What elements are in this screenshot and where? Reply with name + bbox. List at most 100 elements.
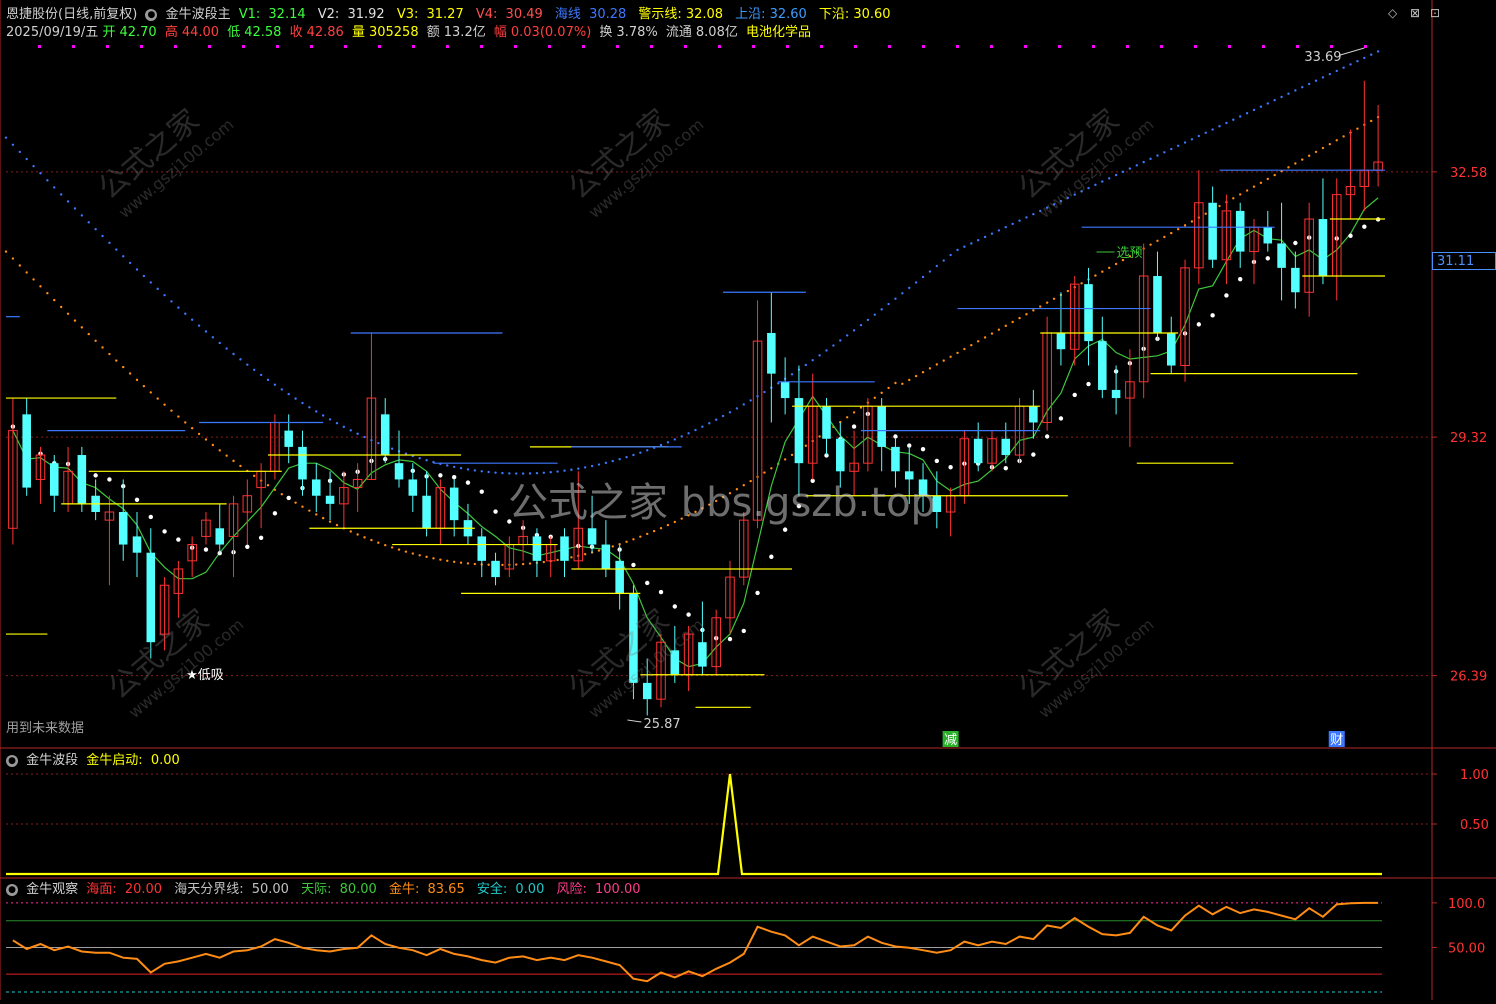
ma-white-dot bbox=[272, 511, 278, 516]
haixian-dot bbox=[997, 229, 1001, 232]
top-signal-dot bbox=[1126, 45, 1129, 48]
change-value: 0.03(0.07%) bbox=[510, 25, 592, 40]
low-annotation-pointer bbox=[627, 719, 642, 723]
ma-white-dot bbox=[755, 590, 760, 596]
warning-dot bbox=[46, 292, 49, 295]
warning-dot bbox=[921, 371, 925, 374]
warning-dot bbox=[970, 343, 973, 347]
ma-white-dot bbox=[934, 458, 940, 464]
warning-dot bbox=[239, 464, 242, 468]
pane3-axis-label-1: 50.00 bbox=[1448, 941, 1485, 956]
haixian-dot bbox=[32, 164, 35, 168]
ma-white-dot bbox=[851, 424, 857, 429]
diamond-icon[interactable]: ◇ bbox=[1388, 6, 1397, 20]
haixian-dot bbox=[1121, 170, 1125, 174]
future-data-note: 用到未来数据 bbox=[6, 721, 85, 736]
warning-dot bbox=[1245, 189, 1249, 192]
haixian-dot bbox=[177, 306, 180, 309]
haixian-value: 30.28 bbox=[589, 7, 627, 22]
haixian-dot bbox=[811, 359, 814, 362]
haixian-dot bbox=[852, 329, 856, 332]
warning-dot bbox=[521, 562, 525, 566]
ma-white-dot bbox=[1086, 381, 1091, 387]
warning-dot bbox=[11, 257, 15, 260]
pane2-title[interactable]: 金牛波段 bbox=[26, 753, 78, 768]
warning-dot bbox=[370, 538, 373, 542]
ma-white-dot bbox=[162, 529, 167, 534]
warning-dot bbox=[170, 409, 173, 412]
haixian-dot bbox=[1018, 219, 1021, 222]
haixian-dot bbox=[1349, 63, 1352, 66]
haixian-dot bbox=[25, 157, 28, 161]
maximize-icon[interactable]: ⊡ bbox=[1430, 6, 1440, 20]
haixian-dot bbox=[59, 193, 63, 196]
price-axis-label-0: 32.58 bbox=[1450, 166, 1487, 181]
haixian-dot bbox=[935, 264, 939, 268]
price-axis-label-2: 26.39 bbox=[1450, 670, 1487, 685]
haixian-dot bbox=[1149, 157, 1152, 161]
top-signal-dot bbox=[72, 45, 75, 48]
haixian-dot bbox=[446, 464, 449, 467]
haixian-dot bbox=[818, 354, 821, 357]
haixian-dot bbox=[804, 363, 808, 367]
warning-dot bbox=[528, 562, 532, 565]
warning-dot bbox=[1307, 154, 1311, 157]
warning-dot bbox=[1032, 309, 1035, 312]
warning-dot bbox=[404, 550, 408, 553]
price-axis-label-1: 29.32 bbox=[1450, 431, 1487, 446]
warning-dot bbox=[135, 378, 139, 382]
top-signal-dot bbox=[1330, 45, 1333, 48]
turnover-value: 3.78% bbox=[616, 25, 658, 40]
haixian-dot bbox=[646, 449, 649, 452]
warning-dot bbox=[1025, 313, 1028, 316]
warning-dot bbox=[956, 351, 959, 355]
warning-dot bbox=[25, 271, 28, 274]
haixian-dot bbox=[708, 422, 711, 425]
candle-body bbox=[973, 438, 983, 464]
anquan-value: 0.00 bbox=[515, 882, 545, 897]
main-header-row1: 恩捷股份(日线,前复权) ● 金牛波段主 V1: 32.14 V2: 31.92… bbox=[6, 7, 899, 23]
warning-dot bbox=[1170, 231, 1173, 235]
ma-white-dot bbox=[245, 544, 250, 550]
warning-dot bbox=[432, 557, 435, 560]
haixian-dot bbox=[1135, 164, 1138, 167]
stock-name[interactable]: 恩捷股份(日线,前复权) bbox=[6, 7, 137, 22]
pane3-title[interactable]: 金牛观察 bbox=[26, 882, 78, 897]
close-icon[interactable]: ⊠ bbox=[1410, 6, 1420, 20]
high-annotation: 33.69 bbox=[1304, 50, 1341, 65]
ma-white-dot bbox=[1210, 313, 1215, 318]
top-signal-dot bbox=[888, 45, 891, 48]
pane2-settings-icon[interactable]: ● bbox=[6, 754, 18, 767]
top-signal-dot bbox=[174, 45, 177, 48]
haixian-dot bbox=[315, 410, 318, 413]
haixian-dot bbox=[128, 261, 132, 265]
volume-value: 305258 bbox=[368, 25, 419, 40]
ma-white-dot bbox=[479, 489, 484, 494]
candle-body bbox=[49, 463, 59, 496]
warning-dot bbox=[1204, 212, 1207, 215]
pane3-settings-icon[interactable]: ● bbox=[6, 883, 18, 896]
sector-label[interactable]: 电池化学品 bbox=[746, 25, 811, 40]
top-signal-dot bbox=[1092, 45, 1095, 48]
haixian-dot bbox=[135, 268, 139, 271]
warning-dot bbox=[280, 492, 283, 496]
ma-white-dot bbox=[148, 514, 153, 520]
indicator-name[interactable]: 金牛波段主 bbox=[166, 7, 231, 22]
haixian-dot bbox=[53, 186, 56, 189]
top-signal-dot bbox=[208, 45, 211, 48]
haixian-dot bbox=[287, 392, 290, 396]
warning-dot bbox=[1039, 305, 1042, 308]
haixian-dot bbox=[928, 270, 932, 273]
haixian-dot bbox=[1163, 151, 1166, 154]
indicator-settings-icon[interactable]: ● bbox=[145, 8, 158, 21]
amount-value: 13.2亿 bbox=[443, 25, 486, 40]
ma-white-dot bbox=[948, 465, 953, 470]
v2-label: V2: bbox=[317, 7, 340, 22]
haixian-dot bbox=[321, 414, 325, 417]
event-marker-0: 减 bbox=[944, 733, 957, 748]
haixian-dot bbox=[1342, 66, 1345, 69]
candle-body bbox=[1263, 227, 1273, 244]
warning-dot bbox=[901, 382, 904, 386]
warning-dot bbox=[1273, 173, 1276, 177]
warning-dot bbox=[963, 347, 966, 351]
